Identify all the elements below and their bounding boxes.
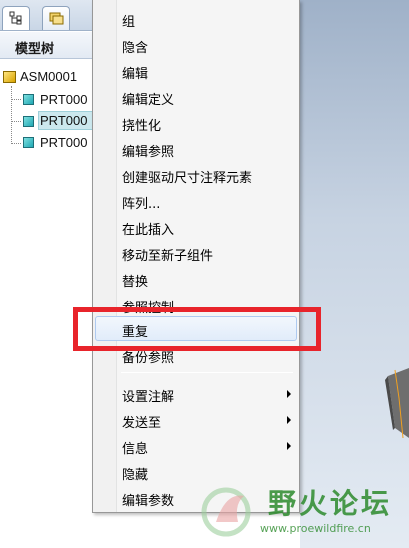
layer-tree-tab[interactable] [42, 6, 70, 30]
menu-item-label: 设置注解 [122, 390, 175, 405]
submenu-arrow-icon [287, 416, 291, 424]
tree-item-root[interactable]: ASM0001 [0, 67, 100, 87]
menu-item-label: 创建驱动尺寸注释元素 [122, 171, 253, 186]
tree-title: 模型树 [15, 42, 55, 57]
menu-item-send-to[interactable]: 发送至 [95, 407, 297, 433]
menu-item-info[interactable]: 信息 [95, 433, 297, 459]
context-menu: 组 隐含 编辑 编辑定义 挠性化 编辑参照 创建驱动尺寸注释元素 阵列... 在… [92, 0, 300, 513]
menu-item-label: 发送至 [122, 416, 162, 431]
menu-item-label: 在此插入 [122, 223, 175, 238]
menu-item-insert-here[interactable]: 在此插入 [95, 214, 297, 240]
watermark-title: 野火论坛 [268, 487, 393, 520]
part-icon [23, 94, 34, 105]
menu-item-label: 编辑参照 [122, 145, 175, 160]
tree-item-part[interactable]: PRT000 [0, 90, 100, 110]
menu-item-label: 隐含 [122, 41, 149, 56]
tree-item-part[interactable]: PRT000 [0, 133, 100, 153]
submenu-arrow-icon [287, 390, 291, 398]
menu-item-label: 阵列... [122, 197, 161, 212]
menu-item-create-driving-dimension[interactable]: 创建驱动尺寸注释元素 [95, 162, 297, 188]
annotation-highlight-box [73, 307, 321, 351]
menu-item-edit-definition[interactable]: 编辑定义 [95, 84, 297, 110]
navigator-tab-strip [0, 0, 100, 31]
menu-item-replace[interactable]: 替换 [95, 266, 297, 292]
tree-structure-icon [9, 11, 22, 25]
menu-item-label: 信息 [122, 442, 149, 457]
model-tree-panel: 模型树 ASM0001 PRT000 PRT000 PRT000 [0, 0, 100, 548]
menu-item-move-to-new-subassembly[interactable]: 移动至新子组件 [95, 240, 297, 266]
part-icon [23, 137, 34, 148]
forum-logo-icon [201, 487, 251, 537]
menu-item-label: 替换 [122, 275, 149, 290]
tree-item-label: PRT000 [40, 92, 88, 107]
graphics-viewport[interactable] [300, 0, 409, 548]
menu-item-label: 编辑定义 [122, 93, 175, 108]
menu-item-label: 编辑参数 [122, 494, 175, 509]
tree-item-label: PRT000 [40, 135, 88, 150]
menu-item-label: 组 [122, 15, 136, 30]
part-icon [23, 116, 34, 127]
menu-separator [121, 372, 293, 373]
watermark: 野火论坛 www.proewildfire.cn [198, 478, 409, 548]
assembly-icon [3, 71, 16, 83]
menu-item-group[interactable]: 组 [95, 6, 297, 32]
folder-stack-icon [49, 12, 64, 25]
menu-item-flexible[interactable]: 挠性化 [95, 110, 297, 136]
menu-item-label: 编辑 [122, 67, 149, 82]
tree-item-label: ASM0001 [20, 69, 78, 84]
menu-item-label: 移动至新子组件 [122, 249, 214, 264]
model-geometry [385, 368, 409, 438]
menu-item-label: 挠性化 [122, 119, 162, 134]
menu-item-pattern[interactable]: 阵列... [95, 188, 297, 214]
tree-header: 模型树 [0, 32, 100, 59]
submenu-arrow-icon [287, 442, 291, 450]
menu-item-label: 隐藏 [122, 468, 149, 483]
tree-item-part-selected[interactable]: PRT000 [0, 111, 100, 131]
menu-item-suppress[interactable]: 隐含 [95, 32, 297, 58]
tree-item-label: PRT000 [40, 113, 88, 128]
menu-item-set-annotation[interactable]: 设置注解 [95, 381, 297, 407]
menu-item-edit-references[interactable]: 编辑参照 [95, 136, 297, 162]
watermark-url: www.proewildfire.cn [260, 522, 371, 535]
menu-item-edit[interactable]: 编辑 [95, 58, 297, 84]
model-tree-tab[interactable] [2, 6, 30, 30]
